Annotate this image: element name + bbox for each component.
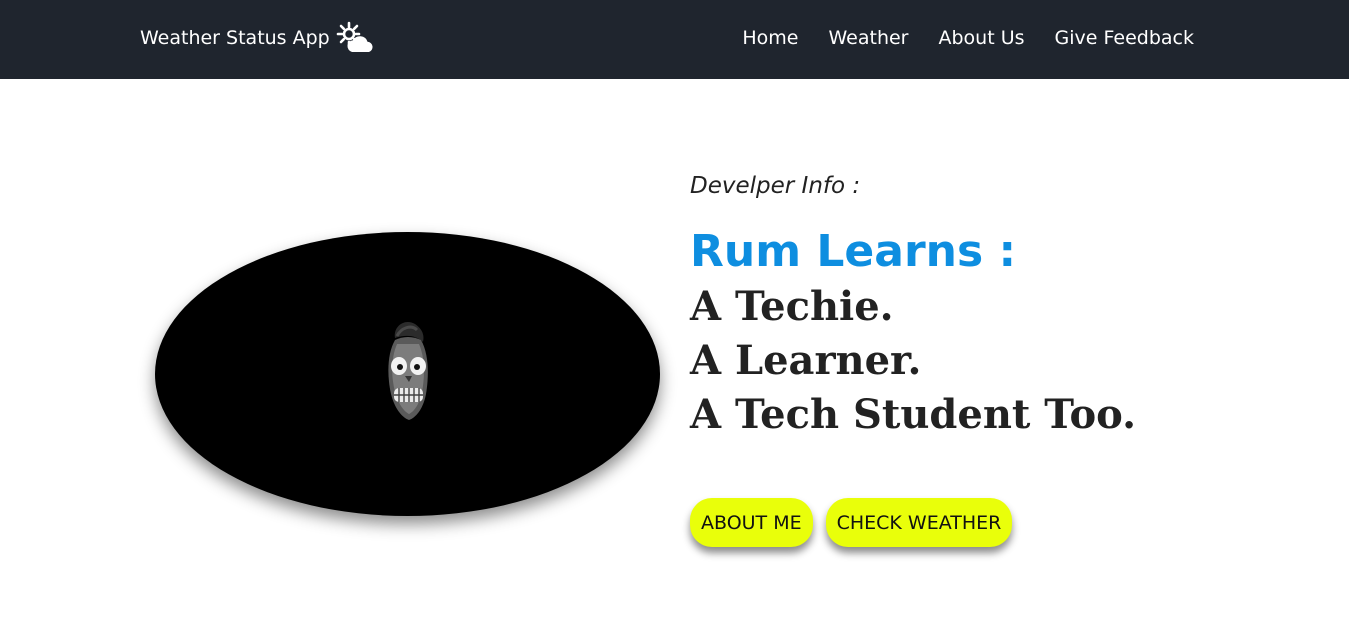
tagline-learner: A Learner. — [690, 337, 922, 384]
tagline-techie: A Techie. — [690, 283, 894, 330]
nav-links: Home Weather About Us Give Feedback — [742, 24, 1194, 52]
nav-weather[interactable]: Weather — [829, 24, 909, 52]
sun-cloud-icon — [336, 21, 373, 52]
brand-link[interactable]: Weather Status App — [140, 21, 376, 54]
tagline-tech-student: A Tech Student Too. — [690, 391, 1137, 438]
nav-give-feedback[interactable]: Give Feedback — [1055, 24, 1194, 52]
nav-about-us[interactable]: About Us — [939, 24, 1025, 52]
check-weather-button[interactable]: CHECK WEATHER — [825, 498, 1013, 547]
navbar: Weather Status App Home Weather About Us… — [0, 0, 1349, 79]
action-buttons: ABOUT ME CHECK WEATHER — [690, 498, 1013, 547]
developer-info-label: Develper Info : — [690, 173, 861, 199]
grinning-skull-avatar — [387, 321, 428, 420]
nav-home[interactable]: Home — [742, 24, 798, 52]
about-me-button[interactable]: ABOUT ME — [690, 498, 813, 547]
brand-name: Weather Status App — [140, 27, 330, 49]
developer-name-heading: Rum Learns : — [690, 226, 1017, 277]
developer-avatar — [155, 232, 660, 516]
developer-info: Develper Info : Rum Learns : A Techie. A… — [690, 168, 1136, 442]
